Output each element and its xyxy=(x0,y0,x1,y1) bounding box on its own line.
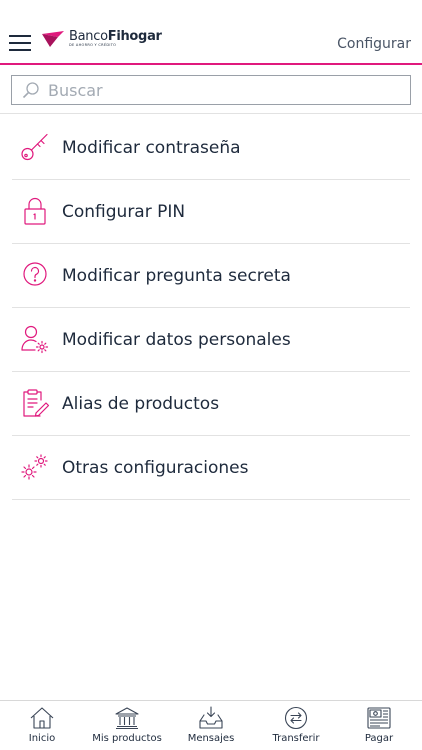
gears-icon xyxy=(21,454,48,480)
nav-inicio[interactable]: Inicio xyxy=(18,701,66,750)
transfer-icon xyxy=(284,706,308,730)
logo-name: BancoFihogar xyxy=(69,29,162,44)
bank-icon xyxy=(115,707,139,730)
payment-icon xyxy=(367,707,391,729)
inbox-icon xyxy=(199,706,223,729)
menu-item-modificar-datos-personales[interactable]: Modificar datos personales xyxy=(12,308,410,372)
home-icon xyxy=(30,707,54,729)
app-root: BancoFihogar DE AHORRO Y CRÉDITO Configu… xyxy=(0,0,422,750)
menu-item-modificar-contrasena[interactable]: Modificar contraseña xyxy=(12,116,410,180)
bottom-navigation: Inicio Mis productos Mensajes Transferir… xyxy=(0,700,422,750)
key-icon xyxy=(21,133,48,161)
nav-label: Inicio xyxy=(28,733,56,744)
menu-item-modificar-pregunta-secreta[interactable]: Modificar pregunta secreta xyxy=(12,244,410,308)
bank-logo: BancoFihogar DE AHORRO Y CRÉDITO xyxy=(40,30,162,54)
nav-mensajes[interactable]: Mensajes xyxy=(183,701,239,750)
search-bar xyxy=(0,67,422,114)
menu-hamburger-icon[interactable] xyxy=(9,35,31,51)
menu-item-configurar-pin[interactable]: Configurar PIN xyxy=(12,180,410,244)
settings-menu-list: Modificar contraseña Configurar PIN Modi… xyxy=(12,116,410,500)
menu-item-label: Otras configuraciones xyxy=(62,458,249,478)
configurar-header-button[interactable]: Configurar xyxy=(337,36,411,52)
search-field[interactable] xyxy=(11,75,411,105)
nav-pagar[interactable]: Pagar xyxy=(354,701,404,750)
menu-item-label: Alias de productos xyxy=(62,394,220,414)
search-input[interactable] xyxy=(48,76,403,104)
menu-item-label: Configurar PIN xyxy=(62,202,186,222)
search-icon xyxy=(22,82,39,99)
menu-item-label: Modificar datos personales xyxy=(62,330,291,350)
nav-transferir[interactable]: Transferir xyxy=(268,701,324,750)
logo-tagline: DE AHORRO Y CRÉDITO xyxy=(69,43,117,47)
menu-item-otras-configuraciones[interactable]: Otras configuraciones xyxy=(12,436,410,500)
menu-item-alias-de-productos[interactable]: Alias de productos xyxy=(12,372,410,436)
nav-label: Mis productos xyxy=(92,733,162,744)
question-icon xyxy=(23,262,47,286)
nav-label: Mensajes xyxy=(187,733,235,744)
menu-item-label: Modificar contraseña xyxy=(62,138,241,158)
clipboard-edit-icon xyxy=(23,389,50,417)
nav-label: Transferir xyxy=(272,733,320,744)
top-bar: BancoFihogar DE AHORRO Y CRÉDITO Configu… xyxy=(0,0,422,65)
logo-mark-icon xyxy=(42,31,64,47)
user-settings-icon xyxy=(21,325,49,354)
menu-item-label: Modificar pregunta secreta xyxy=(62,266,291,286)
nav-label: Pagar xyxy=(364,733,394,744)
nav-mis-productos[interactable]: Mis productos xyxy=(91,701,163,750)
lock-icon xyxy=(24,197,46,225)
